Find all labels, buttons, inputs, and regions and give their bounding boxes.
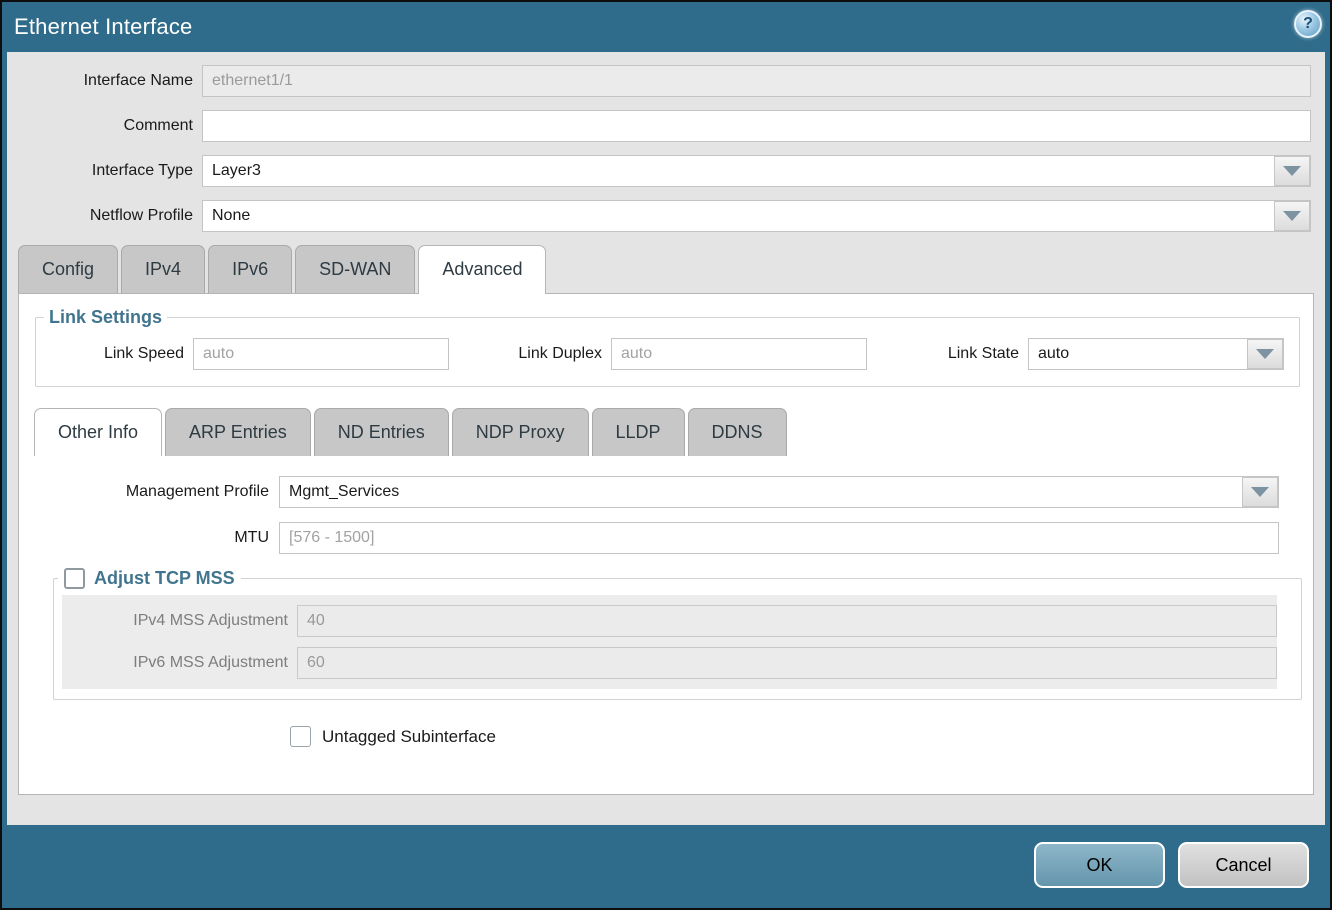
- dialog-title: Ethernet Interface: [14, 14, 192, 40]
- ethernet-interface-dialog: Ethernet Interface ? Interface Name Comm…: [0, 0, 1332, 910]
- link-settings-row: Link Speed Link Duplex Link State: [36, 328, 1299, 386]
- tab-nd-entries[interactable]: ND Entries: [314, 408, 449, 456]
- interface-name-label: Interface Name: [7, 72, 202, 90]
- interface-type-field[interactable]: [202, 155, 1311, 187]
- mtu-label: MTU: [19, 529, 279, 547]
- netflow-profile-dropdown-button[interactable]: [1274, 201, 1310, 231]
- link-state-field[interactable]: [1028, 338, 1284, 370]
- tab-ddns[interactable]: DDNS: [688, 408, 787, 456]
- ipv4-mss-label: IPv4 MSS Adjustment: [62, 612, 297, 630]
- link-state-dropdown-button[interactable]: [1247, 339, 1283, 369]
- mtu-field[interactable]: [279, 522, 1279, 554]
- ipv4-mss-row: IPv4 MSS Adjustment: [62, 605, 1277, 637]
- help-icon-glyph: ?: [1303, 15, 1313, 33]
- link-settings-legend: Link Settings: [44, 307, 167, 328]
- ok-button[interactable]: OK: [1034, 842, 1165, 888]
- tab-config[interactable]: Config: [18, 245, 118, 293]
- comment-label: Comment: [7, 117, 202, 135]
- comment-field[interactable]: [202, 110, 1311, 142]
- sub-tabstrip: Other Info ARP Entries ND Entries NDP Pr…: [34, 408, 1313, 456]
- comment-row: Comment: [7, 110, 1325, 142]
- dialog-titlebar: Ethernet Interface ?: [2, 2, 1330, 52]
- untagged-subinterface-checkbox[interactable]: [290, 726, 311, 747]
- tab-other-info[interactable]: Other Info: [34, 408, 162, 456]
- ipv6-mss-field: [297, 647, 1277, 679]
- cancel-button[interactable]: Cancel: [1178, 842, 1309, 888]
- mss-disabled-area: IPv4 MSS Adjustment IPv6 MSS Adjustment: [62, 595, 1277, 689]
- interface-type-label: Interface Type: [7, 162, 202, 180]
- chevron-down-icon: [1256, 349, 1274, 359]
- other-info-panel: Management Profile MTU: [19, 456, 1313, 747]
- tab-ipv6[interactable]: IPv6: [208, 245, 292, 293]
- netflow-profile-label: Netflow Profile: [7, 207, 202, 225]
- mtu-row: MTU: [19, 522, 1313, 554]
- ipv4-mss-field: [297, 605, 1277, 637]
- tab-sd-wan[interactable]: SD-WAN: [295, 245, 415, 293]
- chevron-down-icon: [1251, 487, 1269, 497]
- adjust-tcp-mss-legend: Adjust TCP MSS: [58, 568, 241, 589]
- management-profile-label: Management Profile: [19, 483, 279, 501]
- link-duplex-field[interactable]: [611, 338, 867, 370]
- tab-advanced[interactable]: Advanced: [418, 245, 546, 293]
- management-profile-row: Management Profile: [19, 476, 1313, 508]
- adjust-tcp-mss-group: Adjust TCP MSS IPv4 MSS Adjustment IPv6 …: [53, 568, 1302, 700]
- dialog-content: Interface Name Comment Interface Type Ne…: [7, 52, 1325, 825]
- ipv6-mss-row: IPv6 MSS Adjustment: [62, 647, 1277, 679]
- link-state-label: Link State: [867, 345, 1028, 363]
- tab-ndp-proxy[interactable]: NDP Proxy: [452, 408, 589, 456]
- management-profile-field[interactable]: [279, 476, 1279, 508]
- interface-type-row: Interface Type: [7, 155, 1325, 187]
- adjust-tcp-mss-checkbox[interactable]: [64, 568, 85, 589]
- untagged-subinterface-label: Untagged Subinterface: [322, 727, 496, 747]
- link-settings-legend-text: Link Settings: [49, 307, 162, 328]
- main-tabstrip: Config IPv4 IPv6 SD-WAN Advanced: [18, 245, 1325, 293]
- interface-name-row: Interface Name: [7, 65, 1325, 97]
- link-duplex-label: Link Duplex: [449, 345, 611, 363]
- tab-lldp[interactable]: LLDP: [592, 408, 685, 456]
- management-profile-dropdown-button[interactable]: [1242, 477, 1278, 507]
- link-settings-group: Link Settings Link Speed Link Duplex Lin…: [35, 307, 1300, 387]
- netflow-profile-row: Netflow Profile: [7, 200, 1325, 232]
- untagged-subinterface-row: Untagged Subinterface: [290, 726, 1313, 747]
- netflow-profile-field[interactable]: [202, 200, 1311, 232]
- advanced-tab-panel: Link Settings Link Speed Link Duplex Lin…: [18, 293, 1314, 795]
- interface-name-field: [202, 65, 1311, 97]
- link-speed-label: Link Speed: [36, 345, 193, 363]
- link-speed-field[interactable]: [193, 338, 449, 370]
- interface-type-dropdown-button[interactable]: [1274, 156, 1310, 186]
- adjust-tcp-mss-legend-text: Adjust TCP MSS: [94, 568, 235, 589]
- chevron-down-icon: [1283, 166, 1301, 176]
- chevron-down-icon: [1283, 211, 1301, 221]
- dialog-footer: OK Cancel: [2, 825, 1330, 908]
- tab-ipv4[interactable]: IPv4: [121, 245, 205, 293]
- tab-arp-entries[interactable]: ARP Entries: [165, 408, 311, 456]
- help-icon[interactable]: ?: [1294, 10, 1322, 38]
- ipv6-mss-label: IPv6 MSS Adjustment: [62, 654, 297, 672]
